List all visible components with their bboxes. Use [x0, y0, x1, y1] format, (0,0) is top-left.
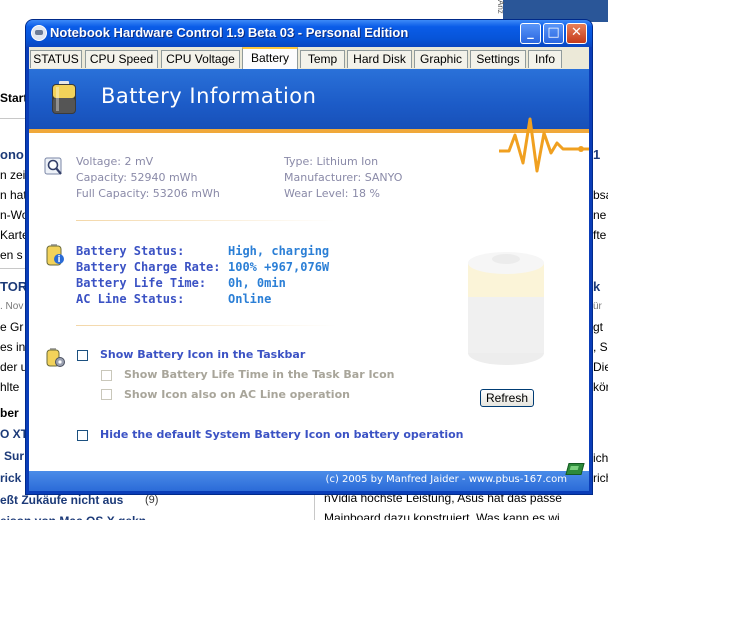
- background-text: ich: [593, 451, 608, 465]
- battery-watermark-graphic: [468, 252, 544, 365]
- life-time-label: Battery Life Time:: [76, 276, 207, 290]
- tab-status[interactable]: STATUS: [30, 50, 82, 68]
- tab-settings[interactable]: Settings: [470, 50, 526, 68]
- background-link[interactable]: 1: [593, 148, 600, 162]
- background-text: fte: [593, 228, 607, 242]
- background-vertical-text: Anz: [496, 0, 505, 14]
- background-text: n hat: [0, 188, 27, 202]
- background-text: kör: [593, 380, 608, 394]
- background-text: Karte: [0, 228, 29, 242]
- show-taskbar-icon-checkbox[interactable]: [77, 350, 88, 361]
- background-text: gt: [593, 320, 604, 334]
- manufacturer-text: Manufacturer: SANYO: [284, 171, 403, 184]
- background-count: (9): [145, 494, 159, 506]
- tab-battery[interactable]: Battery: [242, 47, 298, 69]
- copyright-text: (c) 2005 by Manfred Jaider - www.pbus-16…: [325, 474, 567, 485]
- minimize-button[interactable]: _: [520, 23, 541, 44]
- background-text: rich: [593, 471, 608, 485]
- background-text: n zei: [0, 168, 26, 182]
- refresh-button[interactable]: Refresh: [480, 389, 534, 407]
- battery-type-text: Type: Lithium Ion: [284, 155, 379, 168]
- tab-cpu-speed[interactable]: CPU Speed: [85, 50, 158, 68]
- title-bar[interactable]: Notebook Hardware Control 1.9 Beta 03 - …: [26, 20, 592, 47]
- show-on-ac-checkbox[interactable]: [101, 389, 112, 400]
- battery-icon: [52, 81, 76, 114]
- background-text: e Gr: [0, 320, 24, 334]
- wear-level-text: Wear Level: 18 %: [284, 187, 380, 200]
- background-text: ber: [0, 406, 19, 420]
- tab-info[interactable]: Info: [528, 50, 562, 68]
- background-text: der u: [0, 360, 28, 374]
- background-text: ne: [593, 208, 607, 222]
- background-text: Start: [0, 91, 28, 105]
- background-link[interactable]: ono: [0, 148, 24, 162]
- section-divider: [76, 325, 336, 326]
- background-text: Die: [593, 360, 608, 374]
- capacity-text: Capacity: 52940 mWh: [76, 171, 198, 184]
- window-title: Notebook Hardware Control 1.9 Beta 03 - …: [50, 25, 409, 40]
- background-link[interactable]: TOR: [0, 280, 27, 294]
- life-time-value: 0h, 0min: [228, 276, 286, 290]
- background-divider: [0, 268, 26, 269]
- hide-default-icon-label[interactable]: Hide the default System Battery Icon on …: [100, 428, 464, 441]
- chip-icon: [565, 463, 585, 475]
- full-capacity-text: Full Capacity: 53206 mWh: [76, 187, 220, 200]
- charge-rate-label: Battery Charge Rate:: [76, 260, 221, 274]
- background-link[interactable]: k: [593, 280, 600, 294]
- show-life-time-label[interactable]: Show Battery Life Time in the Task Bar I…: [124, 368, 394, 381]
- background-link[interactable]: rick: [0, 471, 21, 485]
- background-text: n-Wo: [0, 208, 29, 222]
- app-window: Notebook Hardware Control 1.9 Beta 03 - …: [26, 20, 592, 494]
- section-divider: [76, 220, 336, 221]
- ac-line-label: AC Line Status:: [76, 292, 185, 306]
- background-text: ür: [593, 301, 602, 312]
- tab-bar: STATUS CPU Speed CPU Voltage Battery Tem…: [29, 47, 589, 69]
- background-header-graphic: [503, 0, 608, 22]
- maximize-button[interactable]: □: [543, 23, 564, 44]
- background-text: bsa: [593, 188, 608, 202]
- background-text: , S: [593, 340, 608, 354]
- footer-bar: (c) 2005 by Manfred Jaider - www.pbus-16…: [29, 471, 589, 491]
- ac-line-value: Online: [228, 292, 272, 306]
- app-icon[interactable]: [31, 25, 47, 41]
- battery-status-label: Battery Status:: [76, 244, 185, 258]
- tab-hard-disk[interactable]: Hard Disk: [347, 50, 412, 68]
- magnifier-icon: [44, 157, 62, 175]
- background-divider: [314, 494, 315, 520]
- tab-graphic[interactable]: Graphic: [414, 50, 468, 68]
- battery-panel: Battery Information Voltage: 2 mV Capaci…: [29, 69, 589, 491]
- show-on-ac-label[interactable]: Show Icon also on AC Line operation: [124, 388, 350, 401]
- window-client-area: STATUS CPU Speed CPU Voltage Battery Tem…: [29, 47, 589, 491]
- show-taskbar-icon-label[interactable]: Show Battery Icon in the Taskbar: [100, 348, 305, 361]
- background-text: en s: [0, 248, 23, 262]
- background-link[interactable]: O XT: [0, 427, 28, 441]
- battery-settings-icon: [46, 348, 65, 367]
- close-button[interactable]: ✕: [566, 23, 587, 44]
- background-text: . Nov: [0, 301, 24, 312]
- background-link-cut[interactable]: eison von Mac OS X gekn: [0, 514, 146, 520]
- background-text: es in: [0, 340, 26, 354]
- banner-title: Battery Information: [101, 84, 317, 108]
- tab-temp[interactable]: Temp: [300, 50, 345, 68]
- battery-info-icon: [46, 244, 64, 266]
- show-life-time-checkbox[interactable]: [101, 370, 112, 381]
- charge-rate-value: 100% +967,076W: [228, 260, 330, 274]
- background-text: Mainboard dazu konstruiert. Was kann es …: [324, 511, 560, 520]
- tab-cpu-voltage[interactable]: CPU Voltage: [161, 50, 240, 68]
- background-link[interactable]: Sur: [4, 449, 24, 463]
- heartbeat-wave-graphic: [499, 117, 589, 173]
- voltage-text: Voltage: 2 mV: [76, 155, 154, 168]
- background-text: hlte: [0, 380, 20, 394]
- battery-status-value: High, charging: [228, 244, 330, 258]
- hide-default-icon-checkbox[interactable]: [77, 430, 88, 441]
- background-link[interactable]: eßt Zukäufe nicht aus: [0, 493, 123, 507]
- background-divider: [0, 118, 26, 119]
